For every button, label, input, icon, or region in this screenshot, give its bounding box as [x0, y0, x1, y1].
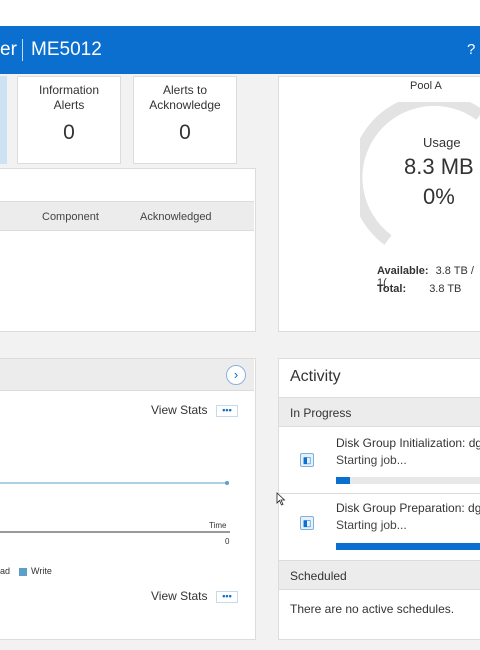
- alerts-to-acknowledge-tile[interactable]: Alerts to Acknowledge 0: [133, 76, 237, 164]
- job-progress-fill: [336, 477, 350, 484]
- activity-title: Activity: [290, 368, 341, 385]
- usage-percent: 0%: [423, 184, 455, 209]
- write-series-point: [225, 481, 229, 485]
- in-progress-header[interactable]: In Progress: [279, 397, 480, 427]
- information-alerts-label: Information Alerts: [38, 83, 100, 112]
- job-divider: [279, 493, 480, 494]
- job-name[interactable]: Disk Group Initialization: dg: [336, 436, 480, 450]
- column-header-acknowledged[interactable]: Acknowledged: [140, 211, 212, 223]
- alerts-table: Component Acknowledged: [0, 168, 256, 332]
- more-options-button-2[interactable]: •••: [216, 591, 238, 603]
- job-icon-2: ◧: [300, 516, 314, 530]
- performance-card-header: ›: [0, 359, 254, 391]
- app-title-bar: er ME5012 ?: [0, 26, 480, 74]
- job-progress-fill-2: [336, 543, 480, 550]
- usage-gauge: [360, 102, 480, 245]
- usage-value: 8.3 MB: [404, 154, 474, 179]
- total-label: Total:: [377, 283, 407, 295]
- alerts-to-acknowledge-count: 0: [179, 121, 191, 144]
- job-status-2: Starting job...: [336, 518, 407, 532]
- view-stats-link-2[interactable]: View Stats: [151, 589, 207, 603]
- alerts-to-acknowledge-label: Alerts to Acknowledge: [149, 83, 221, 112]
- more-options-button[interactable]: •••: [216, 405, 238, 417]
- alerts-table-header: Component Acknowledged: [0, 201, 254, 231]
- information-alerts-tile[interactable]: Information Alerts 0: [17, 76, 121, 164]
- help-icon[interactable]: ?: [467, 41, 475, 58]
- job-status: Starting job...: [336, 453, 407, 467]
- legend-item-write: Write: [31, 566, 52, 576]
- x-axis-tick-label: 0: [225, 537, 230, 546]
- scheduled-label: Scheduled: [290, 569, 347, 583]
- total-row: Total: 3.8 TB: [377, 283, 461, 295]
- total-value: 3.8 TB: [429, 283, 462, 295]
- job-progress-bar-2: [336, 543, 480, 550]
- mouse-cursor-icon: [276, 492, 286, 506]
- job-name-2[interactable]: Disk Group Preparation: dg: [336, 501, 480, 515]
- alert-tile-selected-edge[interactable]: [0, 76, 7, 164]
- legend-swatch-write: [18, 567, 27, 576]
- next-chart-button[interactable]: ›: [226, 365, 246, 385]
- scheduled-header[interactable]: Scheduled: [279, 560, 480, 590]
- in-progress-label: In Progress: [290, 406, 352, 420]
- legend-item-read: ad: [0, 566, 11, 576]
- available-label: Available:: [377, 265, 429, 277]
- x-axis-label: Time: [209, 521, 227, 530]
- title-separator: [22, 39, 23, 61]
- system-name[interactable]: ME5012: [31, 39, 102, 61]
- app-name-fragment: er: [0, 39, 17, 60]
- job-icon: ◧: [300, 453, 314, 467]
- no-schedules-message: There are no active schedules.: [290, 602, 455, 616]
- job-progress-bar: [336, 477, 480, 484]
- pool-name: Pool A: [410, 80, 442, 92]
- usage-label: Usage: [423, 135, 461, 150]
- column-header-component[interactable]: Component: [42, 211, 99, 223]
- performance-chart: [0, 481, 230, 533]
- information-alerts-count: 0: [63, 121, 75, 144]
- view-stats-link[interactable]: View Stats: [151, 403, 207, 417]
- chart-legend: ad Write: [0, 566, 52, 576]
